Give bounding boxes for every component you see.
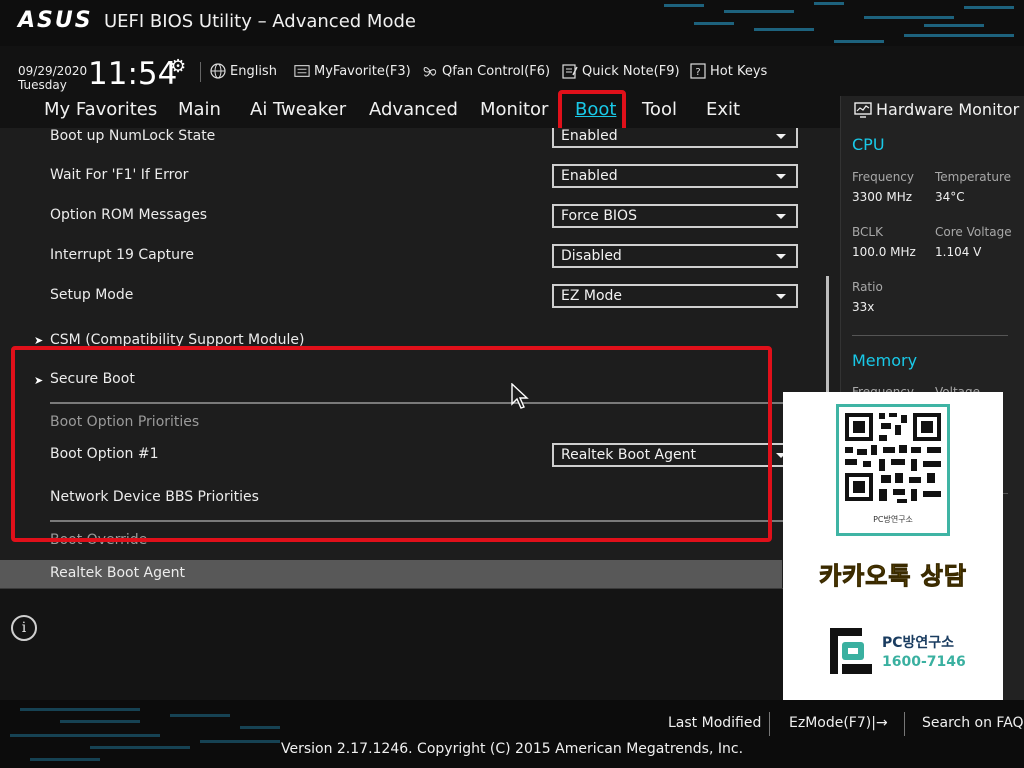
option-rom-value: Force BIOS xyxy=(561,208,637,224)
interrupt19-value: Disabled xyxy=(561,248,622,264)
date-display: 09/29/2020 Tuesday xyxy=(18,64,87,92)
app-title: UEFI BIOS Utility – Advanced Mode xyxy=(104,11,416,32)
highlight-box xyxy=(11,346,772,542)
myfavorite-button[interactable]: MyFavorite(F3) xyxy=(294,61,411,81)
core-voltage-label: Core Voltage xyxy=(935,225,1012,239)
hotkeys-icon: ? xyxy=(690,63,706,79)
divider xyxy=(852,335,1008,336)
globe-icon xyxy=(210,63,226,79)
setup-mode-select[interactable]: EZ Mode xyxy=(552,284,798,308)
dropdown-arrow-icon xyxy=(776,214,786,219)
tab-main[interactable]: Main xyxy=(178,99,221,120)
qfan-control-button[interactable]: Qfan Control(F6) xyxy=(422,61,550,81)
last-modified-button[interactable]: Last Modified xyxy=(668,715,761,731)
qfan-label: Qfan Control(F6) xyxy=(442,63,551,79)
scrollbar[interactable] xyxy=(826,276,829,396)
search-faq-button[interactable]: Search on FAQ xyxy=(922,715,1024,731)
qr-caption: PC방연구소 xyxy=(873,515,913,524)
cpu-frequency-label: Frequency xyxy=(852,170,914,184)
setup-mode-value: EZ Mode xyxy=(561,288,623,304)
ratio-value: 33x xyxy=(852,300,875,314)
mouse-cursor-icon xyxy=(511,383,529,409)
bclk-label: BCLK xyxy=(852,225,883,239)
brand-phone: 1600-7146 xyxy=(882,654,966,670)
numlock-select[interactable]: Enabled xyxy=(552,128,798,148)
ezmode-button[interactable]: EzMode(F7)|→ xyxy=(789,715,888,731)
title-bar: ASUS UEFI BIOS Utility – Advanced Mode xyxy=(0,0,1024,46)
favorite-icon xyxy=(294,63,310,79)
gear-icon[interactable]: ⚙ xyxy=(170,56,186,77)
tab-highlight-box xyxy=(558,90,626,132)
selected-row[interactable]: Realtek Boot Agent xyxy=(0,560,782,588)
language-label: English xyxy=(230,63,277,79)
tab-ai-tweaker[interactable]: Ai Tweaker xyxy=(250,99,346,120)
cpu-section: CPU xyxy=(852,135,885,154)
clock: 11:54 xyxy=(88,56,178,92)
title-decoration xyxy=(664,2,1014,43)
dropdown-arrow-icon xyxy=(776,254,786,259)
help-strip xyxy=(0,588,840,700)
separator xyxy=(904,712,905,736)
bclk-value: 100.0 MHz xyxy=(852,245,916,259)
note-icon xyxy=(562,63,578,79)
language-button[interactable]: English xyxy=(210,61,277,81)
brand-logo-icon xyxy=(830,628,872,674)
date-value: 09/29/2020 xyxy=(18,64,88,78)
cpu-frequency-value: 3300 MHz xyxy=(852,190,913,204)
cpu-temperature-label: Temperature xyxy=(935,170,1012,184)
cpu-temperature-value: 34°C xyxy=(935,190,965,204)
footer-decoration xyxy=(10,708,280,761)
interrupt19-label: Interrupt 19 Capture xyxy=(50,247,194,263)
wait-f1-value: Enabled xyxy=(561,168,618,184)
numlock-value: Enabled xyxy=(561,128,618,144)
fan-icon xyxy=(422,63,438,79)
tab-tool[interactable]: Tool xyxy=(642,99,677,120)
svg-text:?: ? xyxy=(695,67,700,78)
separator xyxy=(200,62,201,82)
hardware-monitor-title: Hardware Monitor xyxy=(854,100,1019,119)
myfavorite-label: MyFavorite(F3) xyxy=(314,63,411,79)
separator xyxy=(769,712,770,736)
memory-section: Memory xyxy=(852,351,918,370)
boot-override-item[interactable]: Realtek Boot Agent xyxy=(50,565,185,581)
numlock-label: Boot up NumLock State xyxy=(50,128,216,144)
dropdown-arrow-icon xyxy=(776,174,786,179)
hot-keys-button[interactable]: ? Hot Keys xyxy=(690,61,767,81)
dropdown-arrow-icon xyxy=(776,134,786,139)
asus-logo: ASUS xyxy=(18,8,93,33)
ratio-label: Ratio xyxy=(852,280,883,294)
day-value: Tuesday xyxy=(18,78,67,92)
hot-keys-label: Hot Keys xyxy=(710,63,768,79)
setup-mode-label: Setup Mode xyxy=(50,287,134,303)
monitor-icon xyxy=(854,101,872,118)
copyright-text: Version 2.17.1246. Copyright (C) 2015 Am… xyxy=(280,741,744,757)
option-rom-select[interactable]: Force BIOS xyxy=(552,204,798,228)
core-voltage-value: 1.104 V xyxy=(935,245,982,259)
tab-my-favorites[interactable]: My Favorites xyxy=(44,99,157,120)
quick-note-label: Quick Note(F9) xyxy=(582,63,680,79)
hardware-monitor-label: Hardware Monitor xyxy=(876,100,1020,119)
interrupt19-select[interactable]: Disabled xyxy=(552,244,798,268)
wait-f1-label: Wait For 'F1' If Error xyxy=(50,167,189,183)
brand-name: PC방연구소 xyxy=(882,635,955,651)
tab-monitor[interactable]: Monitor xyxy=(480,99,548,120)
dropdown-arrow-icon xyxy=(776,294,786,299)
tab-exit[interactable]: Exit xyxy=(706,99,740,120)
option-rom-label: Option ROM Messages xyxy=(50,207,208,223)
info-icon[interactable]: i xyxy=(11,615,37,641)
wait-f1-select[interactable]: Enabled xyxy=(552,164,798,188)
kakao-consult-text[interactable]: 카카오톡 상담 xyxy=(795,556,991,591)
tab-advanced[interactable]: Advanced xyxy=(369,99,458,120)
quick-note-button[interactable]: Quick Note(F9) xyxy=(562,61,680,81)
qr-code-icon xyxy=(845,413,941,503)
